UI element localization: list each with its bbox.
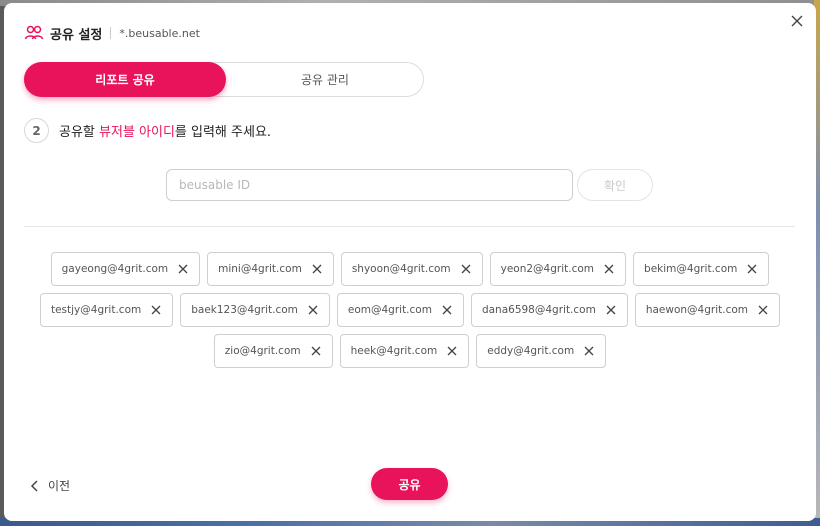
x-icon[interactable] <box>604 264 614 274</box>
x-icon[interactable] <box>606 305 616 315</box>
id-chip: eom@4grit.com <box>336 293 464 327</box>
id-chip: dana6598@4grit.com <box>470 293 628 327</box>
chip-label: eddy@4grit.com <box>487 345 575 357</box>
modal-header: 공유 설정 *.beusable.net <box>24 23 200 43</box>
x-icon[interactable] <box>151 305 161 315</box>
id-chip: baek123@4grit.com <box>180 293 330 327</box>
x-icon[interactable] <box>308 305 318 315</box>
step-text-before: 공유할 <box>59 125 100 140</box>
chip-label: baek123@4grit.com <box>191 304 298 316</box>
x-icon[interactable] <box>747 264 757 274</box>
id-chip: bekim@4grit.com <box>633 252 770 286</box>
chip-label: dana6598@4grit.com <box>481 304 596 316</box>
id-chip: heek@4grit.com <box>339 334 470 368</box>
step-text: 공유할 뷰저블 아이디를 입력해 주세요. <box>59 121 271 140</box>
id-chip: zio@4grit.com <box>213 334 333 368</box>
id-chip: eddy@4grit.com <box>476 334 607 368</box>
chip-label: yeon2@4grit.com <box>500 263 595 275</box>
chip-label: haewon@4grit.com <box>645 304 749 316</box>
chip-label: bekim@4grit.com <box>644 263 738 275</box>
x-icon[interactable] <box>461 264 471 274</box>
id-chip: yeon2@4grit.com <box>489 252 627 286</box>
step-text-after: 를 입력해 주세요. <box>174 125 272 140</box>
x-icon[interactable] <box>758 305 768 315</box>
section-divider <box>24 226 795 227</box>
chevron-left-icon <box>30 479 40 492</box>
modal-title: 공유 설정 <box>50 27 103 43</box>
share-button[interactable]: 공유 <box>371 468 448 500</box>
x-icon[interactable] <box>178 264 188 274</box>
domain-label: *.beusable.net <box>119 26 200 40</box>
chip-row: gayeong@4grit.com mini@4grit.com shyoon@4g… <box>4 252 816 286</box>
chip-row: zio@4grit.com heek@4grit.com eddy@4grit.co… <box>4 334 816 368</box>
id-chip: testjy@4grit.com <box>39 293 174 327</box>
chip-row: testjy@4grit.com baek123@4grit.com eom@4gr… <box>4 293 816 327</box>
share-settings-modal: 공유 설정 *.beusable.net 리포트 공유 공유 관리 2 공유할 … <box>4 3 816 521</box>
tab-share-management[interactable]: 공유 관리 <box>224 62 426 97</box>
step-instruction: 2 공유할 뷰저블 아이디를 입력해 주세요. <box>24 118 271 143</box>
x-icon[interactable] <box>584 346 594 356</box>
prev-label: 이전 <box>48 479 71 493</box>
chip-label: mini@4grit.com <box>218 263 302 275</box>
id-chip: shyoon@4grit.com <box>340 252 483 286</box>
chip-label: eom@4grit.com <box>347 304 432 316</box>
x-icon[interactable] <box>447 346 457 356</box>
x-icon[interactable] <box>442 305 452 315</box>
beusable-id-input[interactable] <box>166 169 573 201</box>
chip-label: gayeong@4grit.com <box>61 263 169 275</box>
chip-label: zio@4grit.com <box>224 345 301 357</box>
x-icon[interactable] <box>311 346 321 356</box>
id-chip: gayeong@4grit.com <box>50 252 201 286</box>
chip-label: shyoon@4grit.com <box>351 263 451 275</box>
step-number: 2 <box>24 118 49 143</box>
x-icon[interactable] <box>312 264 322 274</box>
tab-report-share[interactable]: 리포트 공유 <box>24 62 226 97</box>
step-text-highlight: 뷰저블 아이디 <box>99 125 175 140</box>
close-icon[interactable] <box>790 13 804 27</box>
chip-label: heek@4grit.com <box>350 345 438 357</box>
header-divider <box>110 27 112 39</box>
id-chip: haewon@4grit.com <box>634 293 781 327</box>
share-tabs: 리포트 공유 공유 관리 <box>24 62 424 97</box>
chip-label: testjy@4grit.com <box>50 304 142 316</box>
prev-button[interactable]: 이전 <box>30 477 70 494</box>
confirm-button[interactable]: 확인 <box>577 169 653 201</box>
id-chip: mini@4grit.com <box>207 252 334 286</box>
share-users-icon <box>24 23 44 43</box>
